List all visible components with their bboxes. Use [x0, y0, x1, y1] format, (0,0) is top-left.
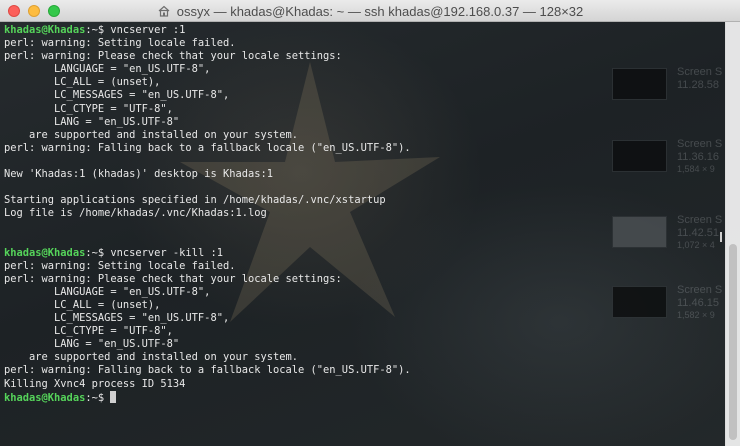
output-text: New 'Khadas:1 (khadas)' desktop is Khada…	[4, 168, 273, 181]
prompt-separator: :~$	[85, 24, 111, 36]
shell-prompt: khadas@Khadas	[4, 24, 86, 36]
output-text: LANG = "en_US.UTF-8"	[4, 338, 180, 351]
terminal-output-line: perl: warning: Setting locale failed.	[4, 37, 724, 50]
output-text: are supported and installed on your syst…	[4, 351, 299, 364]
output-text: Starting applications specified in /home…	[4, 194, 386, 207]
terminal-prompt-line: khadas@Khadas:~$	[4, 390, 724, 404]
output-text: perl: warning: Please check that your lo…	[4, 50, 342, 63]
terminal-output-line: perl: warning: Please check that your lo…	[4, 273, 724, 286]
terminal-output-line: perl: warning: Setting locale failed.	[4, 260, 724, 273]
terminal-output-line: LC_CTYPE = "UTF-8",	[4, 103, 724, 116]
terminal-output-line: Starting applications specified in /home…	[4, 194, 724, 207]
terminal-output-line: LC_ALL = (unset),	[4, 299, 724, 312]
terminal-content[interactable]: Screen S 11.28.58 Screen S 11.36.16 1,584 × …	[0, 22, 740, 446]
prompt-separator: :~$	[85, 246, 111, 259]
shell-prompt: khadas@Khadas	[4, 246, 86, 259]
terminal-cursor	[110, 390, 117, 403]
home-folder-icon	[157, 4, 171, 18]
output-text: Log file is /home/khadas/.vnc/Khadas:1.l…	[4, 207, 267, 220]
output-text: LC_ALL = (unset),	[4, 76, 161, 89]
terminal-output-line: perl: warning: Please check that your lo…	[4, 50, 724, 63]
output-text: LC_MESSAGES = "en_US.UTF-8",	[4, 89, 230, 102]
terminal-output-line: perl: warning: Falling back to a fallbac…	[4, 142, 724, 155]
terminal-output-line: LANGUAGE = "en_US.UTF-8",	[4, 63, 724, 76]
terminal-output[interactable]: khadas@Khadas:~$ vncserver :1 perl: warni…	[4, 24, 724, 404]
terminal-prompt-line: khadas@Khadas:~$ vncserver :1	[4, 24, 724, 37]
terminal-output-line: perl: warning: Falling back to a fallbac…	[4, 364, 724, 377]
terminal-output-line: are supported and installed on your syst…	[4, 129, 724, 142]
terminal-output-line: are supported and installed on your syst…	[4, 351, 724, 364]
title-bar[interactable]: ossyx — khadas@Khadas: ~ — ssh khadas@19…	[0, 0, 740, 22]
terminal-output-line: Killing Xvnc4 process ID 5134	[4, 378, 724, 391]
terminal-output-line: LANG = "en_US.UTF-8"	[4, 338, 724, 351]
output-text: LANGUAGE = "en_US.UTF-8",	[4, 285, 211, 298]
terminal-window: ossyx — khadas@Khadas: ~ — ssh khadas@19…	[0, 0, 740, 446]
command-text: vncserver :1	[110, 24, 186, 36]
terminal-output-line: LC_ALL = (unset),	[4, 76, 724, 89]
terminal-output-line: LANGUAGE = "en_US.UTF-8",	[4, 286, 724, 299]
output-text: LANGUAGE = "en_US.UTF-8",	[4, 63, 211, 76]
output-text: perl: warning: Please check that your lo…	[4, 272, 342, 285]
output-text: LC_MESSAGES = "en_US.UTF-8",	[4, 312, 230, 325]
vertical-scrollbar[interactable]	[725, 22, 740, 446]
terminal-output-line: Log file is /home/khadas/.vnc/Khadas:1.l…	[4, 207, 724, 220]
scrollbar-thumb[interactable]	[729, 244, 737, 440]
prompt-separator: :~$	[85, 391, 111, 404]
output-text: are supported and installed on your syst…	[4, 128, 299, 141]
output-text: perl: warning: Falling back to a fallbac…	[4, 141, 411, 154]
shell-prompt: khadas@Khadas	[4, 391, 86, 404]
window-title-area: ossyx — khadas@Khadas: ~ — ssh khadas@19…	[0, 0, 740, 22]
terminal-output-line: LC_MESSAGES = "en_US.UTF-8",	[4, 89, 724, 102]
terminal-output-line: LC_CTYPE = "UTF-8",	[4, 325, 724, 338]
window-title: ossyx — khadas@Khadas: ~ — ssh khadas@19…	[176, 3, 584, 19]
terminal-output-line: LC_MESSAGES = "en_US.UTF-8",	[4, 312, 724, 325]
output-text: perl: warning: Setting locale failed.	[4, 37, 236, 50]
output-text: Killing Xvnc4 process ID 5134	[4, 377, 186, 390]
output-text: LC_ALL = (unset),	[4, 298, 161, 311]
terminal-output-line: New 'Khadas:1 (khadas)' desktop is Khada…	[4, 168, 724, 181]
output-text: perl: warning: Falling back to a fallbac…	[4, 364, 411, 377]
output-text: LC_CTYPE = "UTF-8",	[4, 102, 173, 115]
output-text: perl: warning: Setting locale failed.	[4, 259, 236, 272]
text-cursor-indicator	[720, 232, 722, 242]
command-text: vncserver -kill :1	[110, 246, 223, 259]
output-text: LC_CTYPE = "UTF-8",	[4, 325, 173, 338]
terminal-output-line: LANG = "en_US.UTF-8"	[4, 116, 724, 129]
terminal-prompt-line: khadas@Khadas:~$ vncserver -kill :1	[4, 247, 724, 260]
output-text: LANG = "en_US.UTF-8"	[4, 115, 180, 128]
